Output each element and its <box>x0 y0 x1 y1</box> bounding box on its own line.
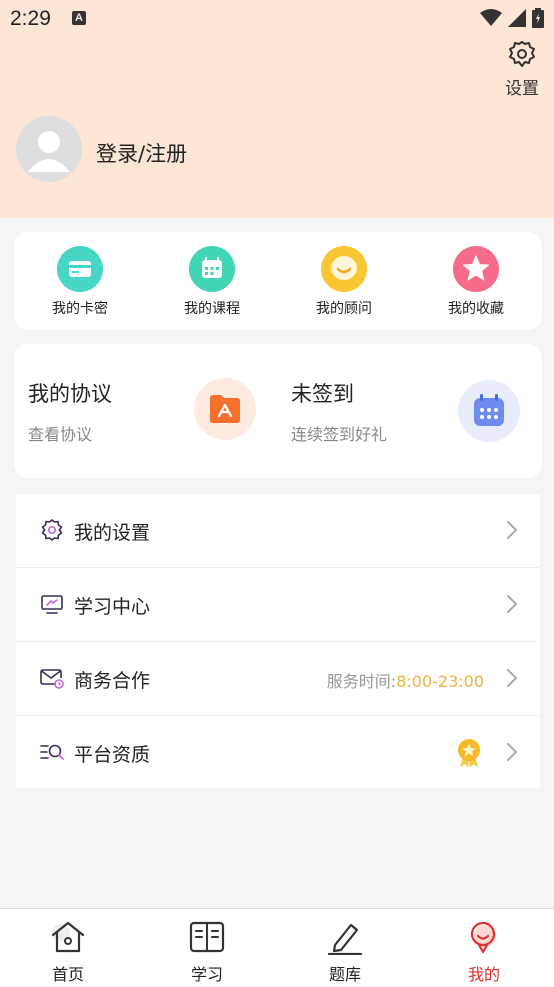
notification-icon: A <box>72 11 86 25</box>
tab-label: 首页 <box>51 965 84 984</box>
quick-action-label: 我的收藏 <box>448 301 504 317</box>
mail-clock-icon <box>40 669 64 689</box>
checkin-calendar-icon <box>458 380 520 442</box>
menu-item-label: 学习中心 <box>74 596 151 618</box>
checkin-title: 未签到 <box>291 382 354 406</box>
menu-item-business-cooperation[interactable]: 商务合作 服务时间:8:00-23:00 <box>16 642 540 716</box>
gear-icon <box>509 41 535 67</box>
signal-icon <box>508 9 526 27</box>
menu-item-platform-qualification[interactable]: 平台资质 <box>16 716 540 788</box>
tab-home[interactable]: 首页 <box>28 919 108 985</box>
star-icon <box>453 246 499 292</box>
chevron-right-icon <box>507 521 517 539</box>
quick-action-label: 我的课程 <box>184 301 240 317</box>
medal-icon <box>458 739 480 768</box>
menu-item-label: 平台资质 <box>74 744 151 766</box>
service-hours-value: 8:00-23:00 <box>396 672 484 691</box>
menu-item-my-settings[interactable]: 我的设置 <box>16 494 540 568</box>
pdf-folder-icon <box>194 378 256 440</box>
pencil-icon <box>327 923 363 956</box>
chevron-right-icon <box>507 669 517 687</box>
checkin-subtitle: 连续签到好礼 <box>291 425 388 444</box>
card-icon <box>57 246 103 292</box>
tab-label: 题库 <box>328 965 361 984</box>
service-hours: 服务时间:8:00-23:00 <box>327 668 484 692</box>
agreement-checkin-card: 我的协议 查看协议 未签到 连续签到好礼 <box>14 344 542 478</box>
menu-item-study-center[interactable]: 学习中心 <box>16 568 540 642</box>
menu-item-label: 我的设置 <box>74 522 151 544</box>
settings-gear-icon <box>41 519 63 541</box>
quick-action-my-advisor[interactable]: 我的顾问 <box>294 246 394 318</box>
chat-bubble-icon <box>321 246 367 292</box>
quick-action-label: 我的卡密 <box>52 301 108 317</box>
calendar-icon <box>189 246 235 292</box>
status-time: 2:29 <box>10 7 51 30</box>
bottom-tab-bar: 首页 学习 题库 我的 <box>0 908 554 987</box>
tab-mine[interactable]: 我的 <box>444 919 524 985</box>
status-bar: 2:29 A <box>0 0 554 38</box>
login-register-link[interactable]: 登录/注册 <box>96 138 187 168</box>
tab-label: 学习 <box>190 965 223 984</box>
quick-action-my-courses[interactable]: 我的课程 <box>162 246 262 318</box>
quick-action-my-favorites[interactable]: 我的收藏 <box>426 246 526 318</box>
chevron-right-icon <box>507 595 517 613</box>
battery-icon <box>532 8 544 28</box>
agreement-title: 我的协议 <box>28 382 112 406</box>
tab-question-bank[interactable]: 题库 <box>305 919 385 985</box>
monitor-icon <box>41 595 63 614</box>
settings-menu: 我的设置 学习中心 商务合作 服务时间:8:00-23:00 平台资质 <box>16 494 540 788</box>
chevron-right-icon <box>507 743 517 761</box>
profile-icon <box>470 921 496 954</box>
quick-action-my-card[interactable]: 我的卡密 <box>30 246 130 318</box>
search-list-icon <box>40 744 64 760</box>
avatar[interactable] <box>16 116 82 182</box>
status-icons <box>480 8 544 28</box>
tab-label: 我的 <box>467 965 500 984</box>
tab-study[interactable]: 学习 <box>167 919 247 985</box>
book-icon <box>189 921 225 953</box>
menu-item-label: 商务合作 <box>74 670 151 692</box>
agreement-subtitle: 查看协议 <box>28 425 93 444</box>
home-icon <box>51 921 85 953</box>
service-hours-prefix: 服务时间: <box>326 672 397 691</box>
settings-button[interactable]: 设置 <box>502 40 542 99</box>
quick-action-label: 我的顾问 <box>316 301 372 317</box>
settings-label: 设置 <box>505 79 539 99</box>
default-avatar-icon <box>16 116 82 182</box>
quick-actions-card: 我的卡密 我的课程 我的顾问 我的收藏 <box>14 232 542 330</box>
profile-header: 2:29 A 设置 登录/注册 <box>0 0 554 218</box>
wifi-icon <box>480 9 502 26</box>
